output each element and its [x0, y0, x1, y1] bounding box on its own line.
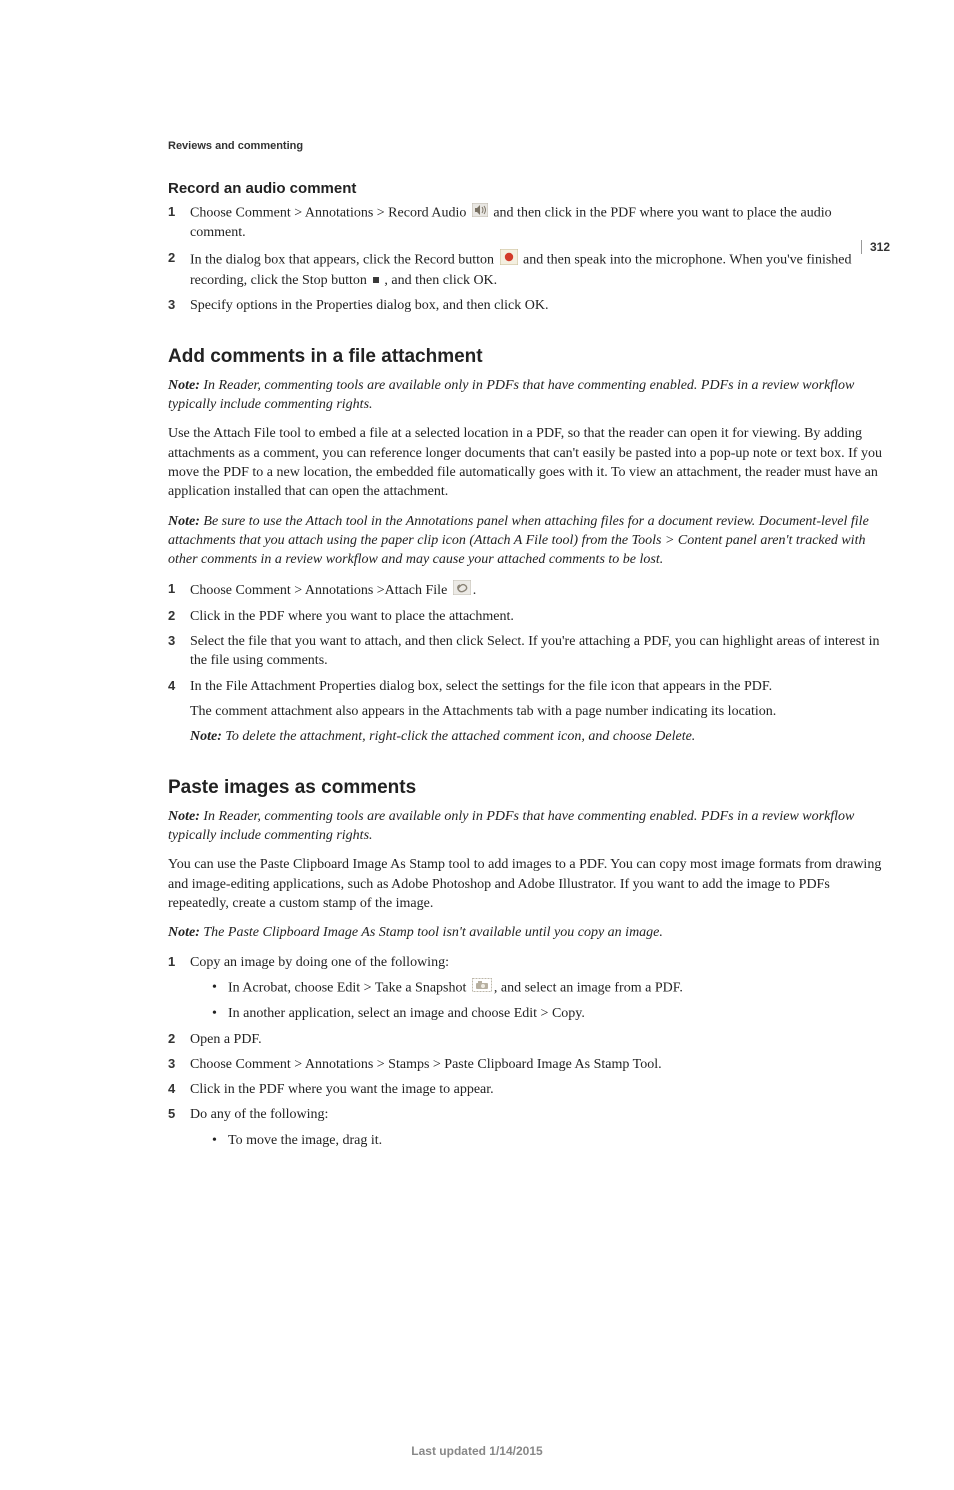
step: Do any of the following: To move the ima…: [168, 1105, 886, 1150]
note-label: Note:: [190, 729, 225, 744]
note-label: Note:: [168, 925, 203, 940]
record-button-icon: [500, 249, 518, 271]
step: In the dialog box that appears, click th…: [168, 249, 886, 291]
step-text: In the File Attachment Properties dialog…: [190, 679, 772, 694]
list-item: To move the image, drag it.: [212, 1131, 886, 1150]
list-item: In Acrobat, choose Edit > Take a Snapsho…: [212, 978, 886, 998]
running-head: Reviews and commenting: [168, 140, 886, 152]
page: 312 Reviews and commenting Record an aud…: [0, 140, 954, 1490]
footer-updated: Last updated 1/14/2015: [0, 1444, 954, 1458]
step: Choose Comment > Annotations >Attach Fil…: [168, 580, 886, 601]
heading-add-file-attachment: Add comments in a file attachment: [168, 346, 886, 368]
heading-paste-images: Paste images as comments: [168, 777, 886, 799]
bullet-text: In Acrobat, choose Edit > Take a Snapsho…: [228, 980, 470, 995]
bullet-list: In Acrobat, choose Edit > Take a Snapsho…: [212, 978, 886, 1024]
note-label: Note:: [168, 378, 203, 393]
note: Note: Be sure to use the Attach tool in …: [168, 512, 886, 570]
bullet-text: , and select an image from a PDF.: [494, 980, 683, 995]
note: Note: In Reader, commenting tools are av…: [168, 376, 886, 415]
step-text: In the dialog box that appears, click th…: [190, 252, 498, 267]
step-text: Do any of the following:: [190, 1107, 328, 1122]
note-label: Note:: [168, 514, 203, 529]
step-subtext: The comment attachment also appears in t…: [190, 702, 886, 721]
note-text: In Reader, commenting tools are availabl…: [168, 809, 854, 843]
list-item: In another application, select an image …: [212, 1004, 886, 1023]
steps-record-audio: Choose Comment > Annotations > Record Au…: [168, 203, 886, 316]
step: Open a PDF.: [168, 1030, 886, 1049]
step: In the File Attachment Properties dialog…: [168, 677, 886, 747]
step-text: Choose Comment > Annotations > Record Au…: [190, 205, 470, 220]
steps-paste-images: Copy an image by doing one of the follow…: [168, 953, 886, 1151]
bullet-list: To move the image, drag it.: [212, 1131, 886, 1150]
heading-record-audio: Record an audio comment: [168, 180, 886, 197]
note-text: The Paste Clipboard Image As Stamp tool …: [203, 925, 663, 940]
step: Specify options in the Properties dialog…: [168, 296, 886, 315]
note: Note: To delete the attachment, right-cl…: [190, 727, 886, 746]
note-text: Be sure to use the Attach tool in the An…: [168, 514, 869, 568]
stop-button-icon: [372, 271, 382, 290]
step-text: , and then click OK.: [384, 273, 497, 288]
step: Click in the PDF where you want the imag…: [168, 1080, 886, 1099]
note: Note: In Reader, commenting tools are av…: [168, 807, 886, 846]
paragraph: You can use the Paste Clipboard Image As…: [168, 855, 886, 913]
note-label: Note:: [168, 809, 203, 824]
attach-file-icon: [453, 580, 471, 601]
step-text: Choose Comment > Annotations >Attach Fil…: [190, 582, 451, 597]
note: Note: The Paste Clipboard Image As Stamp…: [168, 923, 886, 942]
note-text: In Reader, commenting tools are availabl…: [168, 378, 854, 412]
step: Copy an image by doing one of the follow…: [168, 953, 886, 1024]
note-text: To delete the attachment, right-click th…: [225, 729, 695, 744]
step: Select the file that you want to attach,…: [168, 632, 886, 671]
step: Choose Comment > Annotations > Record Au…: [168, 203, 886, 243]
steps-file-attachment: Choose Comment > Annotations >Attach Fil…: [168, 580, 886, 747]
step: Choose Comment > Annotations > Stamps > …: [168, 1055, 886, 1074]
speaker-icon: [472, 203, 488, 223]
step: Click in the PDF where you want to place…: [168, 607, 886, 626]
step-text: Copy an image by doing one of the follow…: [190, 955, 449, 970]
step-text: .: [473, 582, 477, 597]
paragraph: Use the Attach File tool to embed a file…: [168, 424, 886, 501]
snapshot-icon: [472, 978, 492, 998]
